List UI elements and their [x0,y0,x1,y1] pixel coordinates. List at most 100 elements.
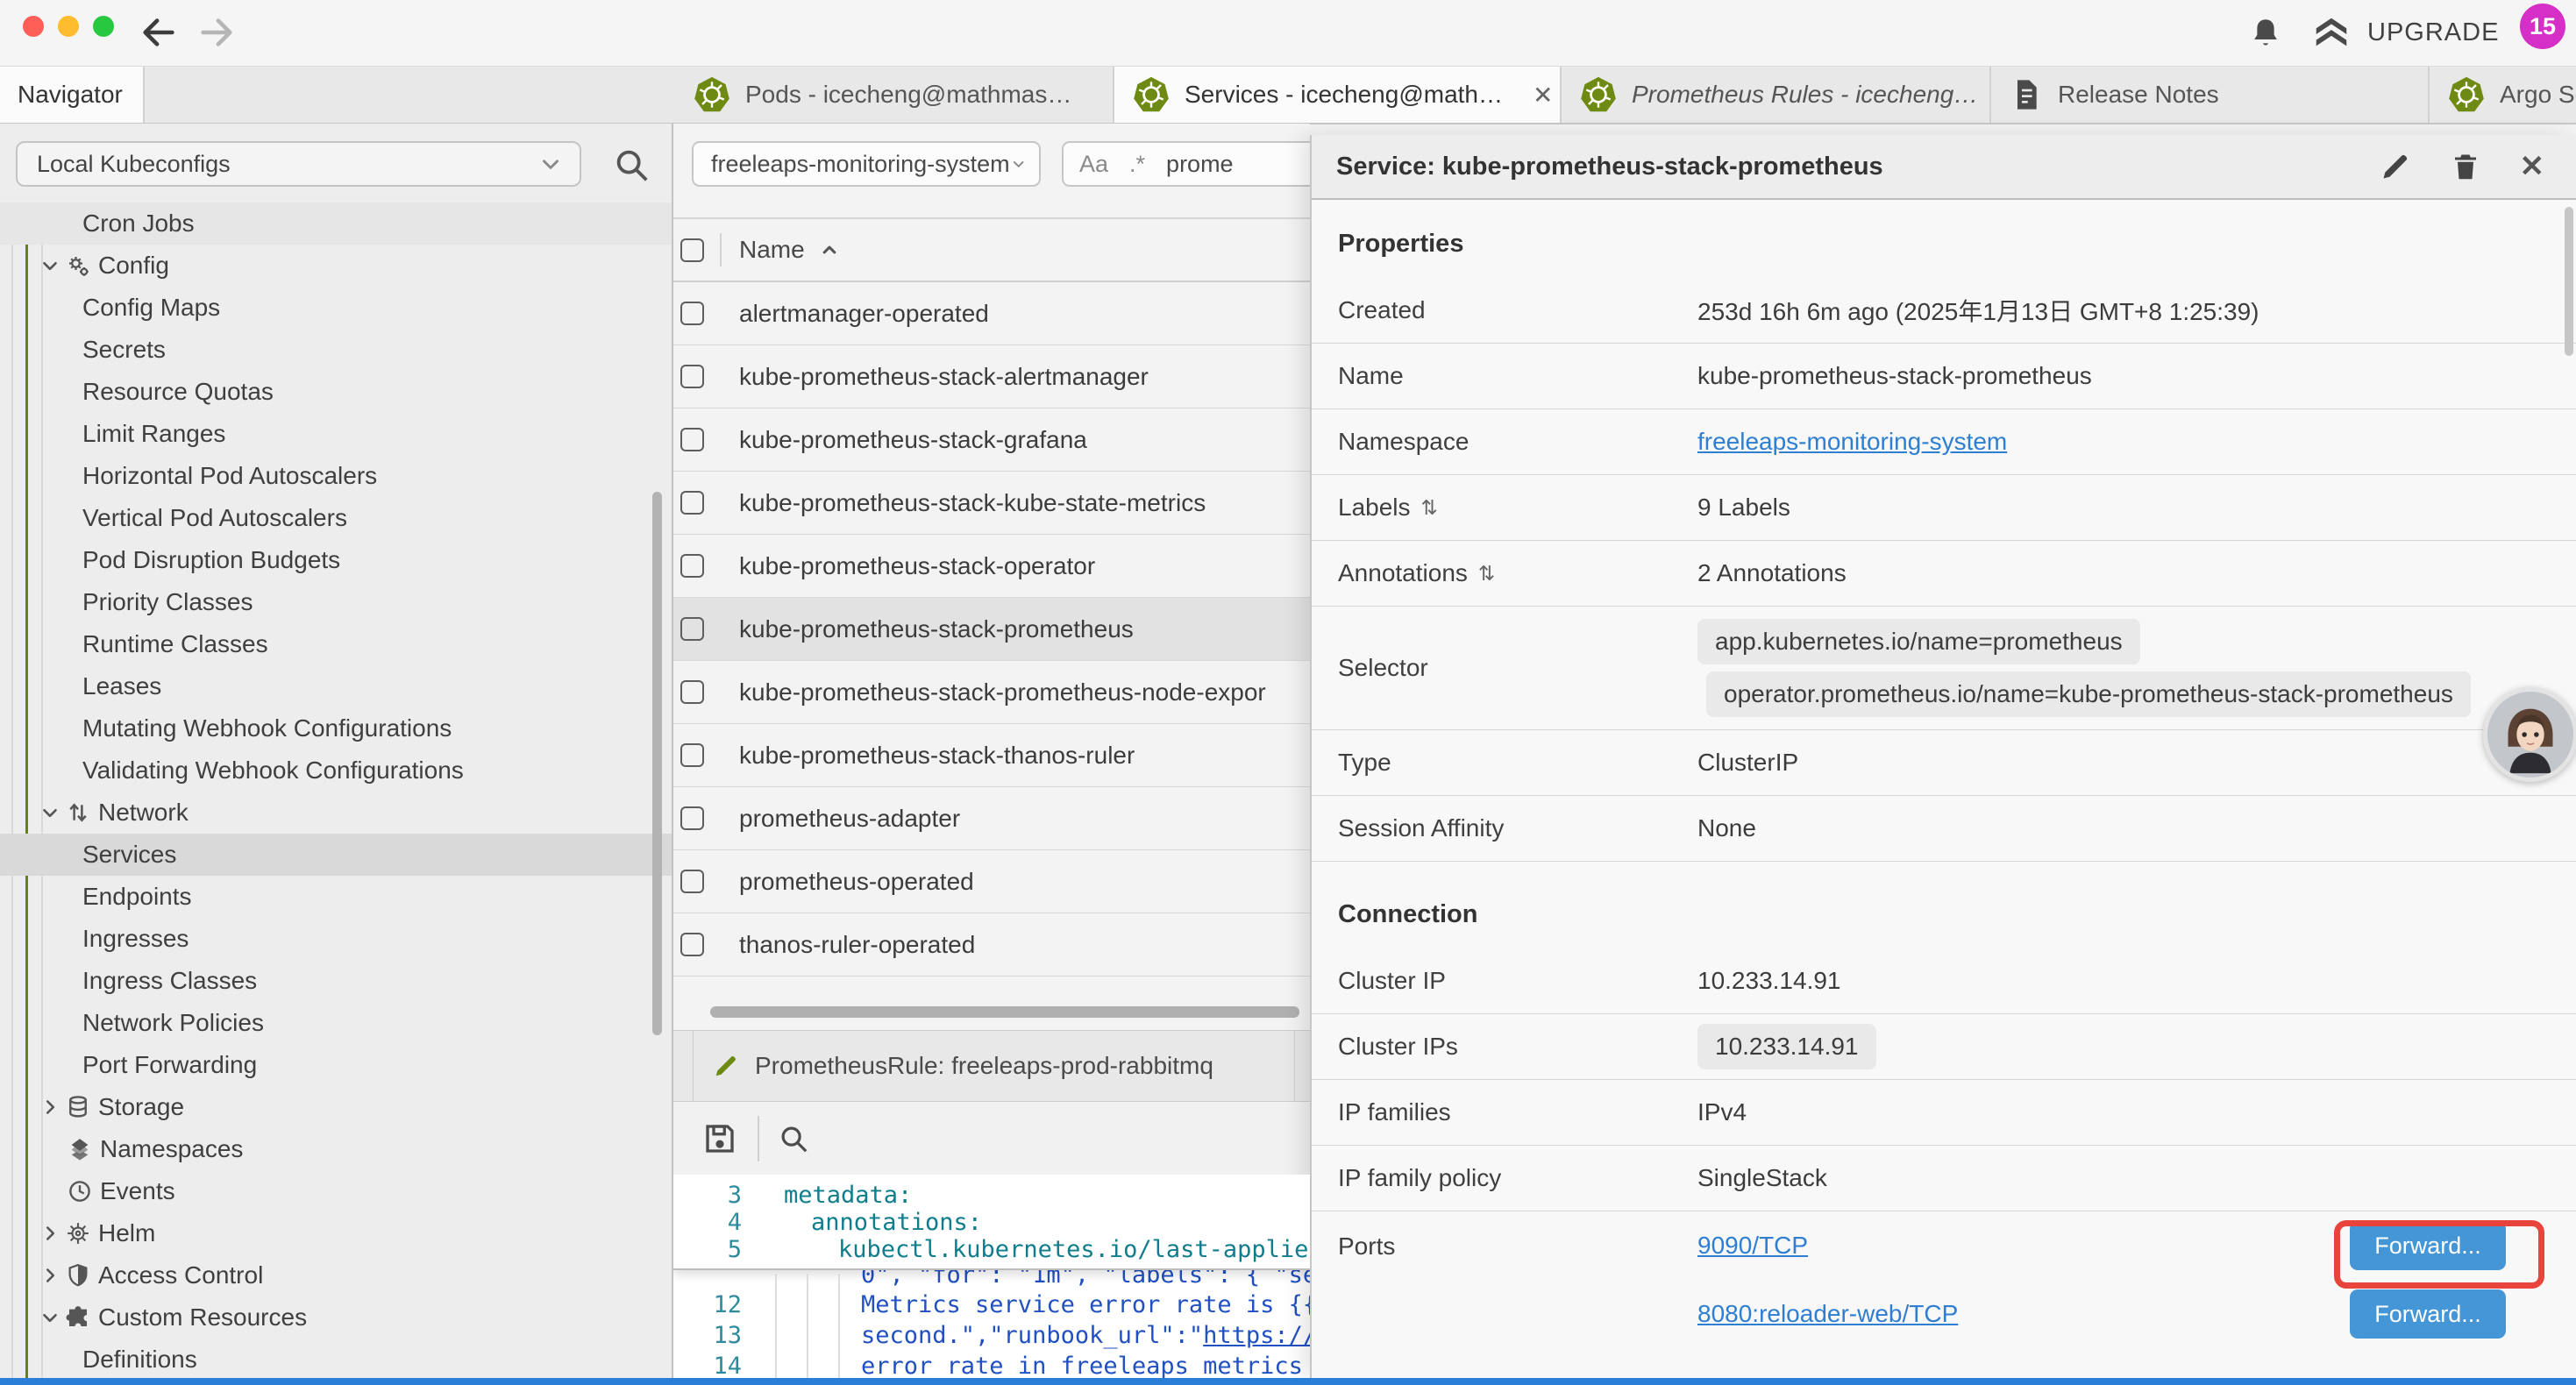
row-checkbox[interactable] [680,428,704,451]
sidebar-item-namespaces[interactable]: Namespaces [0,1128,672,1170]
sidebar-item-config-maps[interactable]: Config Maps [0,287,672,329]
match-case-toggle[interactable]: Aa [1079,151,1108,178]
sidebar-item-definitions[interactable]: Definitions [0,1339,672,1381]
edit-icon[interactable] [2380,151,2411,182]
kubeconfig-selector[interactable]: Local Kubeconfigs [16,141,581,187]
sidebar-item-config[interactable]: Config [0,245,672,287]
port-link[interactable]: 9090/TCP [1697,1232,1808,1260]
sidebar-item-events[interactable]: Events [0,1170,672,1212]
tab-argo[interactable]: Argo Se [2430,67,2576,123]
sidebar-item-ingress-classes[interactable]: Ingress Classes [0,960,672,1002]
user-avatar[interactable] [2483,687,2576,782]
table-row[interactable]: kube-prometheus-stack-operator [673,535,1310,598]
zoom-window-button[interactable] [93,16,114,37]
annotations-count[interactable]: 2 Annotations [1697,559,1847,587]
runbook-url-link[interactable]: https://net [1203,1322,1310,1349]
forward-button[interactable]: Forward... [2350,1289,2506,1339]
sidebar-item-resource-quotas[interactable]: Resource Quotas [0,371,672,413]
select-all-checkbox[interactable] [680,238,704,262]
sidebar-item-runtime-classes[interactable]: Runtime Classes [0,623,672,665]
row-checkbox[interactable] [680,302,704,325]
close-icon[interactable]: ✕ [2520,149,2545,184]
sidebar-item-secrets[interactable]: Secrets [0,329,672,371]
sidebar-item-storage[interactable]: Storage [0,1086,672,1128]
close-window-button[interactable] [23,16,44,37]
row-checkbox[interactable] [680,617,704,641]
sidebar-item-ingresses[interactable]: Ingresses [0,918,672,960]
tab-navigator[interactable]: Navigator [0,67,145,123]
tab-release-notes[interactable]: Release Notes [1991,67,2430,123]
minimize-window-button[interactable] [58,16,79,37]
row-checkbox[interactable] [680,554,704,578]
namespace-filter-dropdown[interactable]: freeleaps-monitoring-system [692,141,1041,187]
sidebar-item-leases[interactable]: Leases [0,665,672,707]
sidebar-item-services[interactable]: Services [0,834,672,876]
detail-body: Properties Created 253d 16h 6m ago (2025… [1312,200,2576,1348]
trash-icon[interactable] [2450,151,2481,182]
yaml-editor[interactable]: 3metadata: 4annotations: 5kubectl.kubern… [673,1175,1310,1378]
row-checkbox[interactable] [680,680,704,704]
tab-pods[interactable]: Pods - icecheng@mathmas… [675,67,1114,123]
sidebar-item-limit-ranges[interactable]: Limit Ranges [0,413,672,455]
editor-tab-next[interactable] [1298,1031,1310,1101]
row-checkbox[interactable] [680,933,704,956]
sidebar-item-vertical-pod-autoscalers[interactable]: Vertical Pod Autoscalers [0,497,672,539]
tab-services[interactable]: Services - icecheng@math… ✕ [1114,67,1562,123]
search-icon[interactable] [611,145,651,185]
notifications-button[interactable] [2247,0,2284,66]
sidebar-item-custom-resources[interactable]: Custom Resources [0,1296,672,1339]
table-row[interactable]: alertmanager-operated [673,282,1310,345]
sidebar-item-port-forwarding[interactable]: Port Forwarding [0,1044,672,1086]
tab-prometheus-rules[interactable]: Prometheus Rules - icecheng… [1562,67,1991,123]
table-row[interactable]: kube-prometheus-stack-prometheus-node-ex… [673,661,1310,724]
notification-count-badge[interactable]: 15 [2520,4,2565,49]
sidebar-scrollbar[interactable] [652,492,662,1035]
sort-ascending-icon[interactable] [817,238,842,262]
table-row[interactable]: prometheus-adapter [673,787,1310,850]
sidebar-item-network[interactable]: Network [0,792,672,834]
row-checkbox[interactable] [680,743,704,767]
sidebar-item-mutating-webhook-configurations[interactable]: Mutating Webhook Configurations [0,707,672,749]
table-row[interactable]: kube-prometheus-stack-thanos-ruler [673,724,1310,787]
sidebar-item-network-policies[interactable]: Network Policies [0,1002,672,1044]
detail-scrollbar[interactable] [2565,207,2573,356]
row-checkbox[interactable] [680,365,704,388]
table-row[interactable]: kube-prometheus-stack-grafana [673,408,1310,472]
sidebar-item-cron-jobs[interactable]: Cron Jobs [0,202,672,245]
back-icon[interactable] [139,12,179,53]
sidebar-item-helm[interactable]: Helm [0,1212,672,1254]
name-column-header[interactable]: Name [739,236,805,264]
sidebar-item-pod-disruption-budgets[interactable]: Pod Disruption Budgets [0,539,672,581]
row-checkbox[interactable] [680,870,704,893]
expand-sort-icon[interactable]: ⇅ [1421,496,1438,520]
search-icon[interactable] [777,1122,810,1155]
connection-heading: Connection [1312,862,2576,948]
row-checkbox[interactable] [680,491,704,515]
editor-tab-prometheusrule[interactable]: PrometheusRule: freeleaps-prod-rabbitmq [693,1031,1295,1101]
table-row-selected[interactable]: kube-prometheus-stack-prometheus [673,598,1310,661]
labels-count[interactable]: 9 Labels [1697,494,1790,522]
forward-icon[interactable] [196,12,237,53]
sidebar-item-validating-webhook-configurations[interactable]: Validating Webhook Configurations [0,749,672,792]
namespace-link[interactable]: freeleaps-monitoring-system [1697,428,2007,456]
horizontal-scrollbar[interactable] [710,1006,1299,1018]
sidebar-item-horizontal-pod-autoscalers[interactable]: Horizontal Pod Autoscalers [0,455,672,497]
list-search-input[interactable]: Aa .* prome [1062,141,1310,187]
table-row[interactable]: kube-prometheus-stack-alertmanager [673,345,1310,408]
sidebar-item-access-control[interactable]: Access Control [0,1254,672,1296]
save-icon[interactable] [701,1120,738,1157]
sidebar-item-priority-classes[interactable]: Priority Classes [0,581,672,623]
upgrade-button[interactable]: UPGRADE [2311,0,2499,66]
forward-button[interactable]: Forward... [2350,1221,2506,1270]
table-row[interactable]: kube-prometheus-stack-kube-state-metrics [673,472,1310,535]
selector-chip: operator.prometheus.io/name=kube-prometh… [1706,671,2471,717]
sidebar-item-endpoints[interactable]: Endpoints [0,876,672,918]
table-row[interactable]: thanos-ruler-operated [673,913,1310,977]
expand-sort-icon[interactable]: ⇅ [1478,562,1495,586]
close-tab-icon[interactable]: ✕ [1533,81,1553,110]
service-rows: alertmanager-operated kube-prometheus-st… [673,282,1310,977]
row-checkbox[interactable] [680,806,704,830]
table-row[interactable]: prometheus-operated [673,850,1310,913]
port-link[interactable]: 8080:reloader-web/TCP [1697,1300,1958,1328]
regex-toggle[interactable]: .* [1129,151,1145,178]
